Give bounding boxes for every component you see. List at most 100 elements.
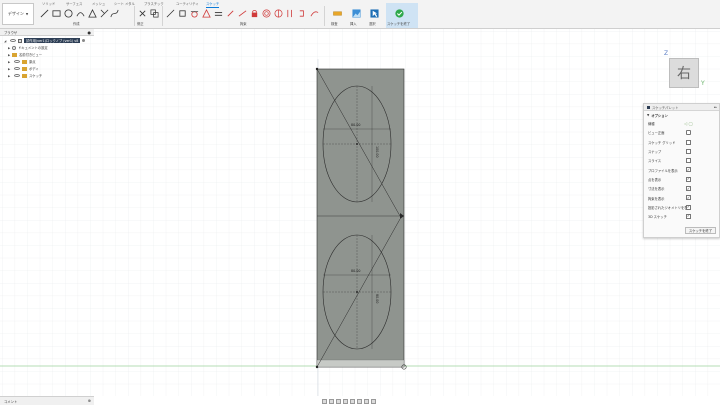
midpoint-icon[interactable] bbox=[238, 9, 247, 18]
sketch-canvas[interactable]: 80.00 100.00 80.00 80.00 bbox=[0, 29, 720, 396]
circle-icon[interactable] bbox=[64, 9, 73, 18]
trim-icon[interactable] bbox=[138, 9, 147, 18]
viewcube[interactable]: Z 右 Y bbox=[664, 50, 706, 92]
mirror-icon[interactable] bbox=[100, 9, 109, 18]
browser-item-document-settings[interactable]: ▶ ドキュメントの設定 bbox=[0, 44, 94, 51]
tab-mesh[interactable]: メッシュ bbox=[92, 1, 105, 6]
finish-sketch-button[interactable]: スケッチを終了 bbox=[684, 227, 716, 234]
polygon-icon[interactable] bbox=[88, 9, 97, 18]
eye-icon[interactable] bbox=[14, 67, 20, 70]
fix-lock-icon[interactable] bbox=[250, 9, 259, 18]
chevron-right-icon[interactable]: ▶ bbox=[8, 60, 12, 64]
snap-checkbox[interactable] bbox=[686, 148, 691, 154]
palette-section-options[interactable]: ▼ オプション bbox=[644, 111, 719, 119]
insert-image-icon[interactable] bbox=[352, 9, 361, 18]
tab-sheet-metal[interactable]: シート メタル bbox=[114, 1, 135, 6]
palette-header[interactable]: スケッチパレット ▸▸ bbox=[644, 104, 719, 111]
collinear-icon[interactable] bbox=[286, 9, 295, 18]
sketch-point[interactable] bbox=[315, 365, 319, 369]
group-inspect[interactable]: 検査 bbox=[331, 21, 338, 26]
equal-icon[interactable] bbox=[214, 9, 223, 18]
coincident-icon[interactable] bbox=[166, 9, 175, 18]
fit-icon[interactable] bbox=[350, 398, 355, 404]
show-points-checkbox[interactable] bbox=[686, 176, 691, 182]
dimension-text[interactable]: 80.00 bbox=[351, 123, 360, 127]
collapse-icon[interactable]: ▸▸ bbox=[714, 105, 717, 109]
browser-item-origin[interactable]: ▶ 原点 bbox=[0, 58, 94, 65]
smooth-icon[interactable] bbox=[298, 9, 307, 18]
zoom-icon[interactable] bbox=[343, 398, 348, 404]
sketch-grid-checkbox[interactable] bbox=[686, 139, 691, 145]
line-icon[interactable] bbox=[40, 9, 49, 18]
chevron-down-icon[interactable]: ◢ bbox=[4, 39, 8, 43]
center-point[interactable] bbox=[356, 143, 358, 145]
group-create[interactable]: 作成 bbox=[73, 21, 80, 26]
rectangle-icon[interactable] bbox=[52, 9, 61, 18]
chevron-right-icon[interactable]: ▶ bbox=[8, 67, 12, 71]
option-label: 点を表示 bbox=[648, 177, 662, 182]
orbit-icon[interactable] bbox=[322, 398, 327, 404]
tab-sketch[interactable]: スケッチ bbox=[206, 1, 220, 8]
browser-header[interactable]: ブラウザ ● bbox=[0, 29, 94, 36]
eye-icon[interactable] bbox=[14, 74, 20, 77]
pan-icon[interactable] bbox=[336, 398, 341, 404]
group-select[interactable]: 選択 bbox=[369, 21, 376, 26]
spline-icon[interactable] bbox=[110, 9, 119, 18]
comments-panel[interactable]: コメント ⊕ bbox=[0, 396, 94, 405]
viewcube-face-right[interactable]: 右 bbox=[669, 58, 699, 88]
finish-sketch-checkmark-icon[interactable] bbox=[395, 9, 404, 18]
sketch-point[interactable] bbox=[315, 67, 319, 71]
browser-item-named-views[interactable]: ▶ 名前付きビュー bbox=[0, 51, 94, 58]
dimension-text[interactable]: 80.00 bbox=[375, 294, 379, 303]
perpendicular-icon[interactable] bbox=[226, 9, 235, 18]
body-face[interactable] bbox=[316, 68, 405, 368]
add-comment-icon[interactable]: ⊕ bbox=[88, 398, 91, 403]
option-look-at: ビュー正面 bbox=[644, 128, 719, 137]
parallel-icon[interactable] bbox=[202, 9, 211, 18]
construction-linetype-icon[interactable]: ◁ ◯ bbox=[684, 121, 693, 126]
show-projected-geometry-checkbox[interactable] bbox=[686, 204, 691, 210]
tab-plastic[interactable]: プラスチック bbox=[144, 1, 164, 6]
dimension-text[interactable]: 80.00 bbox=[351, 269, 360, 273]
tab-utility[interactable]: ユーティリティ bbox=[176, 1, 199, 6]
group-constrain[interactable]: 拘束 bbox=[240, 21, 247, 26]
group-finish-sketch[interactable]: スケッチを終了 bbox=[387, 21, 410, 26]
chevron-right-icon[interactable]: ▶ bbox=[8, 74, 12, 78]
tab-solid[interactable]: ソリッド bbox=[42, 1, 55, 6]
show-dimensions-checkbox[interactable] bbox=[686, 186, 691, 192]
center-point[interactable] bbox=[356, 291, 358, 293]
look-at-icon[interactable] bbox=[686, 130, 691, 136]
chevron-down-icon[interactable]: ▼ bbox=[647, 113, 649, 117]
3d-sketch-checkbox[interactable] bbox=[686, 213, 691, 219]
arc-icon[interactable] bbox=[76, 9, 85, 18]
eye-icon[interactable] bbox=[10, 39, 16, 42]
group-modify[interactable]: 修正 bbox=[137, 21, 144, 26]
browser-item-sketches[interactable]: ▶ スケッチ bbox=[0, 72, 94, 79]
tangent-icon[interactable] bbox=[190, 9, 199, 18]
slice-checkbox[interactable] bbox=[686, 158, 691, 164]
viewports-icon[interactable] bbox=[371, 398, 376, 404]
dimension-text[interactable]: 100.00 bbox=[375, 146, 379, 158]
symmetry-icon[interactable] bbox=[274, 9, 283, 18]
toolbar: デザイン ▼ ソリッド サーフェス メッシュ シート メタル プラスチック ユー… bbox=[0, 0, 720, 29]
browser-root-item[interactable]: ◢ 試作用(ver1)ロックノブ (ver1) v8 bbox=[0, 37, 94, 44]
eye-icon[interactable] bbox=[14, 60, 20, 63]
tab-surface[interactable]: サーフェス bbox=[66, 1, 82, 6]
group-insert[interactable]: 挿入 bbox=[350, 21, 357, 26]
grid-settings-icon[interactable] bbox=[364, 398, 369, 404]
pin-icon[interactable]: ● bbox=[88, 30, 92, 35]
browser-item-bodies[interactable]: ▶ ボディ bbox=[0, 65, 94, 72]
canvas-viewport[interactable]: 80.00 100.00 80.00 80.00 bbox=[0, 29, 720, 396]
measure-icon[interactable] bbox=[333, 9, 342, 18]
look-at-icon[interactable] bbox=[329, 398, 334, 404]
display-settings-icon[interactable] bbox=[357, 398, 362, 404]
curvature-icon[interactable] bbox=[310, 9, 319, 18]
concentric-icon[interactable] bbox=[262, 9, 271, 18]
horizontal-icon[interactable] bbox=[178, 9, 187, 18]
show-constraints-checkbox[interactable] bbox=[686, 195, 691, 201]
workspace-switcher[interactable]: デザイン ▼ bbox=[2, 3, 34, 25]
offset-icon[interactable] bbox=[150, 9, 159, 18]
show-profile-checkbox[interactable] bbox=[686, 167, 691, 173]
navigation-bar bbox=[322, 398, 408, 404]
select-icon[interactable] bbox=[370, 9, 379, 18]
